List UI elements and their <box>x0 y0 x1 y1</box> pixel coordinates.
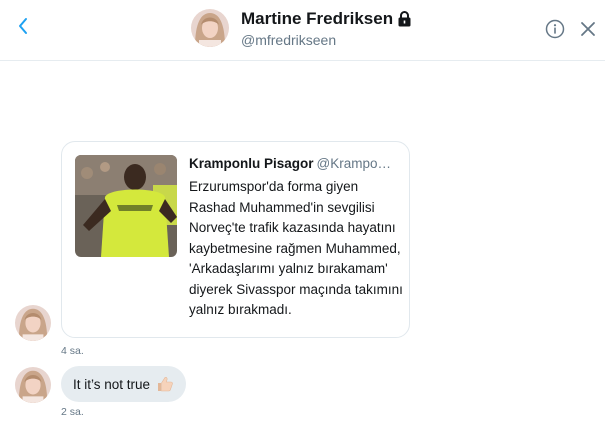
message-avatar[interactable] <box>15 367 51 403</box>
thumbs-up-emoji-icon <box>158 377 173 392</box>
header-title: Martine Fredriksen <box>241 9 412 29</box>
message-timestamp: 2 sa. <box>61 406 84 418</box>
header-avatar[interactable] <box>191 9 229 47</box>
quoted-tweet-author: Kramponlu Pisagor @Krampo… <box>189 156 401 171</box>
quoted-author-name: Kramponlu Pisagor <box>189 156 314 171</box>
message-bubble[interactable]: It it’s not true <box>61 366 187 402</box>
lock-icon <box>398 11 411 27</box>
contact-handle: @mfredrikseen <box>241 32 337 48</box>
tweet-media-thumbnail[interactable] <box>75 155 177 257</box>
message-avatar[interactable] <box>15 305 51 341</box>
contact-name: Martine Fredriksen <box>241 9 394 28</box>
message-text: It it’s not true <box>73 376 151 392</box>
message-timestamp: 4 sa. <box>61 345 84 357</box>
back-arrow-icon[interactable] <box>12 14 36 38</box>
info-icon[interactable] <box>545 19 565 39</box>
conversation-header: Martine Fredriksen @mfredrikseen <box>0 0 605 61</box>
quoted-tweet-card[interactable]: Kramponlu Pisagor @Krampo… Erzurumspor'da… <box>61 141 410 338</box>
close-icon[interactable] <box>579 20 597 38</box>
quoted-author-handle: @Krampo… <box>316 156 392 171</box>
quoted-tweet-text: Erzurumspor'da forma giyen Rashad Muhamm… <box>189 179 403 317</box>
